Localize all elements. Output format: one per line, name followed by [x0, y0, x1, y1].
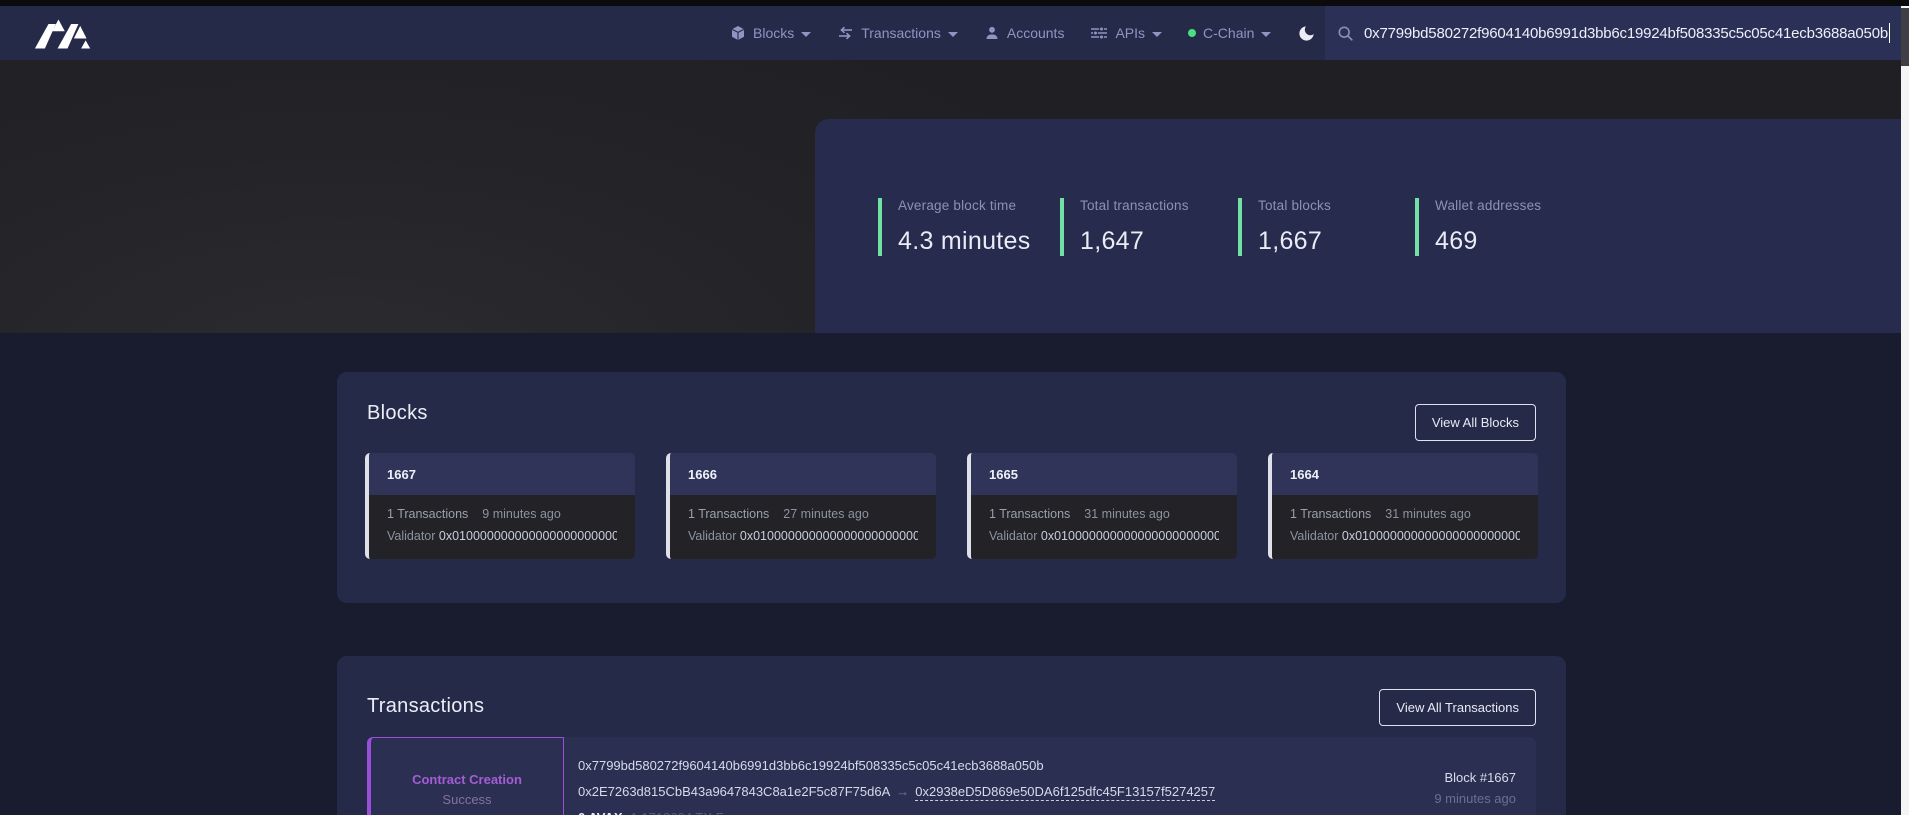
view-all-transactions-button[interactable]: View All Transactions: [1379, 689, 1536, 726]
chevron-down-icon: [1152, 32, 1162, 37]
transaction-fee: 1.1718604 TX Fee: [631, 810, 738, 815]
stat-value: 4.3 minutes: [898, 227, 1031, 256]
block-number: 1667: [369, 453, 635, 495]
transaction-addresses: 0x2E7263d815CbB43a9647843C8a1e2F5c87F75d…: [578, 779, 1215, 805]
stat-label: Total transactions: [1080, 198, 1189, 213]
stat-value: 469: [1435, 227, 1541, 256]
block-time: 9 minutes ago: [482, 507, 561, 521]
block-card-body: 1 Transactions 31 minutes ago Validator 0…: [971, 495, 1237, 559]
stat-label: Wallet addresses: [1435, 198, 1541, 213]
block-time: 27 minutes ago: [783, 507, 868, 521]
nav-label-apis: APIs: [1115, 25, 1145, 41]
nav-item-transactions[interactable]: Transactions: [837, 25, 958, 41]
chevron-down-icon: [1261, 32, 1271, 37]
stat-value: 1,647: [1080, 227, 1189, 256]
blocks-section: Blocks View All Blocks 1667 1 Transactio…: [337, 372, 1566, 603]
scrollbar-thumb[interactable]: [1901, 8, 1909, 66]
block-tx-count: 1 Transactions: [1290, 507, 1371, 521]
stats-panel: Average block time 4.3 minutes Total tra…: [815, 119, 1901, 333]
transaction-value-line: 0 AVAX 1.1718604 TX Fee: [578, 805, 1215, 815]
sliders-icon: [1090, 25, 1108, 41]
block-time: 31 minutes ago: [1084, 507, 1169, 521]
hero-banner: Average block time 4.3 minutes Total tra…: [0, 60, 1901, 333]
block-card-body: 1 Transactions 31 minutes ago Validator 0…: [1272, 495, 1538, 559]
transaction-hash[interactable]: 0x7799bd580272f9604140b6991d3bb6c19924bf…: [578, 753, 1215, 779]
validator-label: Validator: [989, 529, 1037, 543]
stat-value: 1,667: [1258, 227, 1331, 256]
transaction-row[interactable]: Contract Creation Success 0x7799bd580272…: [367, 737, 1536, 815]
block-card-1665[interactable]: 1665 1 Transactions 31 minutes ago Valida…: [967, 453, 1237, 559]
block-number: 1664: [1272, 453, 1538, 495]
theme-toggle[interactable]: [1297, 24, 1316, 43]
nav-item-chain-selector[interactable]: C-Chain: [1188, 25, 1271, 41]
nav-label-chain: C-Chain: [1203, 25, 1254, 41]
validator-address: 0x0100000000000000000000000...: [1342, 529, 1520, 543]
stat-total-blocks: Total blocks 1,667: [1238, 198, 1331, 256]
blocks-section-title: Blocks: [367, 402, 428, 425]
block-tx-count: 1 Transactions: [387, 507, 468, 521]
chevron-down-icon: [948, 32, 958, 37]
validator-label: Validator: [1290, 529, 1338, 543]
stat-label: Average block time: [898, 198, 1031, 213]
validator-label: Validator: [387, 529, 435, 543]
transaction-time: 9 minutes ago: [1434, 788, 1516, 809]
block-card-1667[interactable]: 1667 1 Transactions 9 minutes ago Validat…: [365, 453, 635, 559]
block-card-body: 1 Transactions 27 minutes ago Validator 0…: [670, 495, 936, 559]
validator-address: 0x0100000000000000000000000...: [740, 529, 918, 543]
nav-label-blocks: Blocks: [753, 25, 794, 41]
block-time: 31 minutes ago: [1385, 507, 1470, 521]
transaction-block-ref[interactable]: Block #1667: [1434, 767, 1516, 788]
transaction-status-card: Contract Creation Success: [367, 737, 564, 815]
page-scrollbar[interactable]: [1901, 6, 1909, 815]
transactions-section-title: Transactions: [367, 695, 484, 718]
validator-address: 0x0100000000000000000000000...: [439, 529, 617, 543]
transactions-section: Transactions View All Transactions Contr…: [337, 656, 1566, 815]
magnifier-icon: [1337, 25, 1354, 42]
validator-address: 0x0100000000000000000000000...: [1041, 529, 1219, 543]
to-address[interactable]: 0x2938eD5D869e50DA6f125dfc45F13157f52742…: [915, 784, 1215, 801]
view-all-blocks-button[interactable]: View All Blocks: [1415, 404, 1536, 441]
block-number: 1665: [971, 453, 1237, 495]
block-tx-count: 1 Transactions: [688, 507, 769, 521]
transaction-block-info: Block #1667 9 minutes ago: [1434, 767, 1516, 809]
arrow-right-icon: →: [890, 784, 915, 799]
green-status-dot-icon: [1188, 29, 1196, 37]
transaction-details: 0x7799bd580272f9604140b6991d3bb6c19924bf…: [578, 753, 1215, 815]
block-number: 1666: [670, 453, 936, 495]
stat-total-transactions: Total transactions 1,647: [1060, 198, 1189, 256]
block-cards-row: 1667 1 Transactions 9 minutes ago Validat…: [365, 453, 1538, 559]
nav-item-apis[interactable]: APIs: [1090, 25, 1162, 41]
text-caret: [1889, 23, 1891, 43]
block-tx-count: 1 Transactions: [989, 507, 1070, 521]
nav-links: Blocks Transactions Accounts: [730, 6, 1316, 60]
block-card-1666[interactable]: 1666 1 Transactions 27 minutes ago Valida…: [666, 453, 936, 559]
transaction-amount: 0 AVAX: [578, 810, 623, 815]
chevron-down-icon: [801, 32, 811, 37]
search-value: 0x7799bd580272f9604140b6991d3bb6c19924bf…: [1364, 25, 1888, 42]
moon-icon: [1297, 24, 1316, 43]
stat-wallet-addresses: Wallet addresses 469: [1415, 198, 1541, 256]
validator-label: Validator: [688, 529, 736, 543]
nav-label-accounts: Accounts: [1007, 25, 1065, 41]
nav-item-blocks[interactable]: Blocks: [730, 25, 811, 41]
swap-arrows-icon: [837, 25, 854, 41]
person-icon: [984, 25, 1000, 41]
stat-average-block-time: Average block time 4.3 minutes: [878, 198, 1031, 256]
block-card-body: 1 Transactions 9 minutes ago Validator 0x…: [369, 495, 635, 559]
transaction-type: Contract Creation: [412, 772, 522, 787]
navbar: Blocks Transactions Accounts: [0, 6, 1909, 60]
search-input[interactable]: 0x7799bd580272f9604140b6991d3bb6c19924bf…: [1325, 6, 1902, 60]
from-address[interactable]: 0x2E7263d815CbB43a9647843C8a1e2F5c87F75d…: [578, 784, 890, 799]
transaction-status: Success: [442, 792, 491, 807]
cube-icon: [730, 25, 746, 41]
nav-item-accounts[interactable]: Accounts: [984, 25, 1065, 41]
block-card-1664[interactable]: 1664 1 Transactions 31 minutes ago Valida…: [1268, 453, 1538, 559]
nav-label-transactions: Transactions: [861, 25, 941, 41]
stat-label: Total blocks: [1258, 198, 1331, 213]
avalanche-logo-icon[interactable]: [34, 18, 92, 50]
